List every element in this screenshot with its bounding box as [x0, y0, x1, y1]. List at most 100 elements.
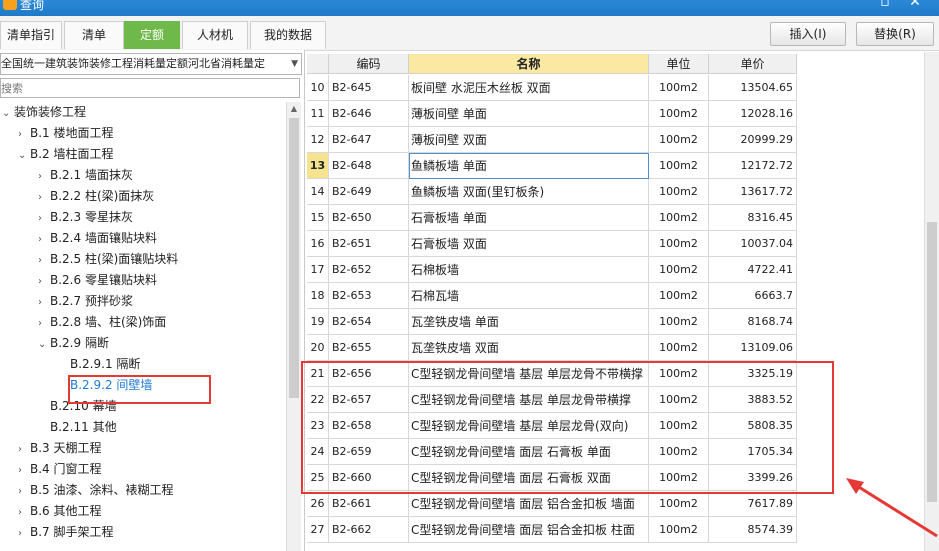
cell-price[interactable]: 3883.52	[709, 387, 797, 413]
tree-node[interactable]: ⌄ 装饰装修工程	[2, 102, 86, 122]
cell-price[interactable]: 10037.04	[709, 231, 797, 257]
table-row[interactable]: 19 B2-654 瓦垄铁皮墙 单面 100m2 8168.74	[307, 309, 797, 335]
cell-price[interactable]: 3325.19	[709, 361, 797, 387]
table-row[interactable]: 17 B2-652 石棉板墙 100m2 4722.41	[307, 257, 797, 283]
cell-price[interactable]: 12028.16	[709, 101, 797, 127]
cell-name[interactable]: C型轻钢龙骨间壁墙 面层 石膏板 单面	[409, 439, 649, 465]
header-unit[interactable]: 单位	[649, 54, 709, 74]
cell-name[interactable]: C型轻钢龙骨间壁墙 基层 单层龙骨(双向)	[409, 413, 649, 439]
cell-code[interactable]: B2-656	[329, 361, 409, 387]
chevron-right-icon[interactable]: ›	[38, 167, 50, 187]
row-number[interactable]: 14	[307, 179, 329, 205]
tree-node[interactable]: B.2.9.1 隔断	[58, 354, 140, 374]
cell-unit[interactable]: 100m2	[649, 101, 709, 127]
cell-unit[interactable]: 100m2	[649, 517, 709, 543]
cell-price[interactable]: 4722.41	[709, 257, 797, 283]
cell-name[interactable]: 瓦垄铁皮墙 双面	[409, 335, 649, 361]
cell-price[interactable]: 8168.74	[709, 309, 797, 335]
tree-node[interactable]: ⌄ B.2 墙柱面工程	[18, 144, 114, 164]
table-row[interactable]: 22 B2-657 C型轻钢龙骨间壁墙 基层 单层龙骨带横撑 100m2 3883.52	[307, 387, 797, 413]
row-number[interactable]: 22	[307, 387, 329, 413]
tab-dinge[interactable]: 定额	[124, 21, 180, 49]
table-row[interactable]: 11 B2-646 薄板间壁 单面 100m2 12028.16	[307, 101, 797, 127]
header-name[interactable]: 名称	[409, 54, 649, 74]
chevron-down-icon[interactable]: ⌄	[38, 335, 50, 355]
row-number[interactable]: 26	[307, 491, 329, 517]
search-input[interactable]: 搜索	[0, 78, 300, 98]
row-number[interactable]: 23	[307, 413, 329, 439]
row-number[interactable]: 10	[307, 75, 329, 101]
cell-code[interactable]: B2-658	[329, 413, 409, 439]
cell-unit[interactable]: 100m2	[649, 413, 709, 439]
row-number[interactable]: 24	[307, 439, 329, 465]
cell-name[interactable]: 石膏板墙 双面	[409, 231, 649, 257]
cell-code[interactable]: B2-645	[329, 75, 409, 101]
table-row[interactable]: 24 B2-659 C型轻钢龙骨间壁墙 面层 石膏板 单面 100m2 1705.34	[307, 439, 797, 465]
tab-qingdan-guide[interactable]: 清单指引	[0, 21, 62, 49]
row-number[interactable]: 17	[307, 257, 329, 283]
tree-node[interactable]: › B.2.2 柱(梁)面抹灰	[38, 186, 154, 206]
chevron-right-icon[interactable]: ›	[38, 251, 50, 271]
row-number[interactable]: 27	[307, 517, 329, 543]
cell-unit[interactable]: 100m2	[649, 309, 709, 335]
cell-code[interactable]: B2-651	[329, 231, 409, 257]
cell-name[interactable]: C型轻钢龙骨间壁墙 面层 铝合金扣板 墙面	[409, 491, 649, 517]
tree-scroll-thumb[interactable]	[289, 118, 299, 398]
chevron-right-icon[interactable]: ›	[38, 314, 50, 334]
cell-name[interactable]: 石膏板墙 单面	[409, 205, 649, 231]
header-price[interactable]: 单价	[709, 54, 797, 74]
cell-unit[interactable]: 100m2	[649, 205, 709, 231]
cell-code[interactable]: B2-647	[329, 127, 409, 153]
cell-price[interactable]: 7617.89	[709, 491, 797, 517]
row-number[interactable]: 11	[307, 101, 329, 127]
cell-code[interactable]: B2-661	[329, 491, 409, 517]
tree-node[interactable]: › B.1 楼地面工程	[18, 123, 114, 143]
tree-node[interactable]: › B.2.6 零星镶贴块料	[38, 270, 157, 290]
chevron-down-icon[interactable]: ⌄	[2, 104, 14, 124]
tab-my-data[interactable]: 我的数据	[250, 21, 326, 49]
cell-code[interactable]: B2-650	[329, 205, 409, 231]
cell-code[interactable]: B2-646	[329, 101, 409, 127]
tab-rencaiji[interactable]: 人材机	[182, 21, 248, 49]
cell-code[interactable]: B2-649	[329, 179, 409, 205]
tree-node[interactable]: B.2.9.2 间壁墙	[58, 375, 152, 395]
row-number[interactable]: 15	[307, 205, 329, 231]
table-row[interactable]: 18 B2-653 石棉瓦墙 100m2 6663.7	[307, 283, 797, 309]
cell-name[interactable]: C型轻钢龙骨间壁墙 面层 石膏板 双面	[409, 465, 649, 491]
cell-unit[interactable]: 100m2	[649, 257, 709, 283]
table-row[interactable]: 12 B2-647 薄板间壁 双面 100m2 20999.29	[307, 127, 797, 153]
scroll-up-icon[interactable]: ▲	[287, 102, 301, 116]
table-row[interactable]: 15 B2-650 石膏板墙 单面 100m2 8316.45	[307, 205, 797, 231]
cell-name[interactable]: C型轻钢龙骨间壁墙 面层 铝合金扣板 柱面	[409, 517, 649, 543]
row-number[interactable]: 16	[307, 231, 329, 257]
cell-name[interactable]: 板间壁 水泥压木丝板 双面	[409, 75, 649, 101]
cell-price[interactable]: 13504.65	[709, 75, 797, 101]
chevron-down-icon[interactable]: ⌄	[18, 146, 30, 166]
cell-code[interactable]: B2-660	[329, 465, 409, 491]
table-row[interactable]: 23 B2-658 C型轻钢龙骨间壁墙 基层 单层龙骨(双向) 100m2 5808.3…	[307, 413, 797, 439]
cell-unit[interactable]: 100m2	[649, 439, 709, 465]
chevron-right-icon[interactable]: ›	[18, 461, 30, 481]
row-number[interactable]: 19	[307, 309, 329, 335]
cell-code[interactable]: B2-654	[329, 309, 409, 335]
cell-code[interactable]: B2-652	[329, 257, 409, 283]
chevron-right-icon[interactable]: ›	[38, 209, 50, 229]
chevron-right-icon[interactable]: ›	[38, 293, 50, 313]
table-scroll-thumb[interactable]	[927, 222, 937, 502]
cell-price[interactable]: 5808.35	[709, 413, 797, 439]
cell-name[interactable]: 鱼鳞板墙 单面	[409, 153, 649, 179]
cell-unit[interactable]: 100m2	[649, 465, 709, 491]
replace-button[interactable]: 替换(R)	[856, 22, 934, 46]
cell-unit[interactable]: 100m2	[649, 283, 709, 309]
tree-node[interactable]: › B.2.7 预拌砂浆	[38, 291, 133, 311]
row-number[interactable]: 25	[307, 465, 329, 491]
tree-node[interactable]: › B.4 门窗工程	[18, 459, 102, 479]
tab-qingdan[interactable]: 清单	[64, 21, 124, 49]
row-number[interactable]: 12	[307, 127, 329, 153]
tree-node[interactable]: ⌄ B.2.9 隔断	[38, 333, 109, 353]
cell-price[interactable]: 3399.26	[709, 465, 797, 491]
table-row[interactable]: 10 B2-645 板间壁 水泥压木丝板 双面 100m2 13504.65	[307, 75, 797, 101]
cell-unit[interactable]: 100m2	[649, 231, 709, 257]
tree-scrollbar[interactable]: ▲	[286, 102, 301, 551]
cell-price[interactable]: 13617.72	[709, 179, 797, 205]
